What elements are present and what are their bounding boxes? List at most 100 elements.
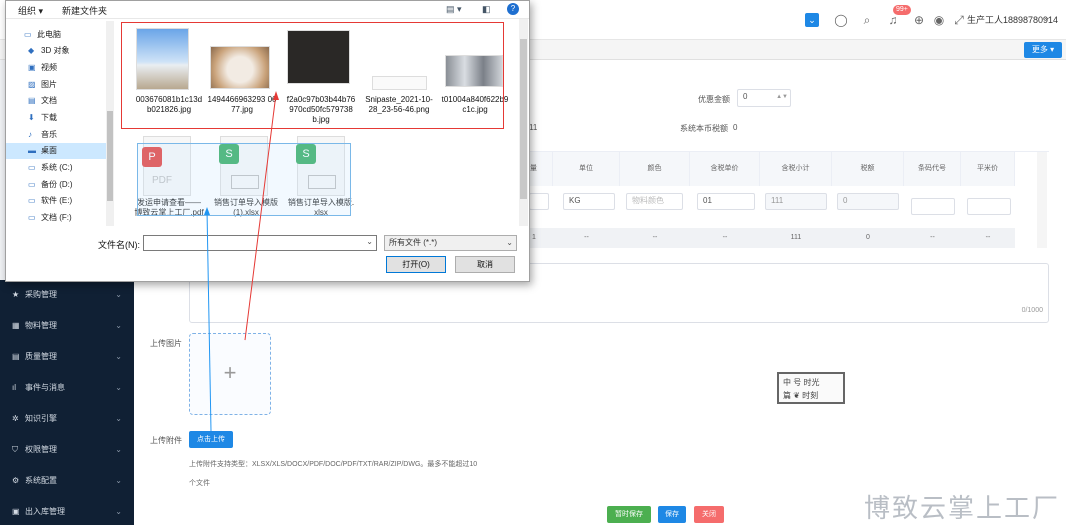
image-label: 上传图片 xyxy=(150,339,182,348)
fullscreen-icon[interactable]: ⤢ xyxy=(952,13,966,27)
sidebar-item-knowledge[interactable]: ✲ 知识引擎 ⌄ xyxy=(0,410,134,428)
column-header: 平米价 xyxy=(961,152,1015,186)
stamp-image: 中 号 时光 篇 ❦ 时刻 xyxy=(777,372,845,404)
chevron-down-icon: ⌄ xyxy=(506,238,513,247)
selection-highlight-red xyxy=(121,22,504,129)
bell-icon[interactable]: ♫ xyxy=(886,13,900,27)
file-list-scrollbar[interactable] xyxy=(519,19,528,226)
sidebar-item-events[interactable]: ıl 事件与消息 ⌄ xyxy=(0,379,134,397)
pane-icon[interactable]: ◧ xyxy=(482,4,491,15)
selection-highlight-blue xyxy=(137,143,351,216)
bulb-icon: ✲ xyxy=(12,414,19,423)
lock-icon[interactable]: ⊕ xyxy=(912,13,926,27)
view-icon[interactable]: ▤ ▾ xyxy=(446,4,462,15)
sidebar-item-material[interactable]: ▦ 物料管理 ⌄ xyxy=(0,317,134,335)
summary-cell: -- xyxy=(904,228,961,248)
file-open-dialog: 组织 ▾ 新建文件夹 ▤ ▾ ◧ ? ▭ 此电脑 ◆ 3D 对象 ▣ 视频 ▨ 图片 ▤… xyxy=(5,0,530,282)
color-input[interactable]: 物料颜色 xyxy=(626,193,683,210)
video-icon: ▣ xyxy=(28,63,36,72)
drive-icon: ▭ xyxy=(28,180,36,189)
close-button[interactable]: 关闭 xyxy=(694,506,724,523)
filename-input[interactable]: ⌄ xyxy=(143,235,377,251)
sidebar-item-quality[interactable]: ▤ 质量管理 ⌄ xyxy=(0,348,134,366)
chevron-down-icon: ⌄ xyxy=(115,476,122,485)
barcode-input[interactable] xyxy=(911,198,955,215)
desktop-icon: ▬ xyxy=(28,146,36,155)
summary-cell: -- xyxy=(961,228,1015,248)
file-scroll-thumb[interactable] xyxy=(520,39,527,199)
nav-item-3d[interactable]: ◆ 3D 对象 xyxy=(6,43,106,59)
chevron-down-icon[interactable]: ⌄ xyxy=(1043,12,1051,23)
chevron-down-icon[interactable]: ⌄ xyxy=(366,237,373,246)
column-header: 含税单价 xyxy=(690,152,760,186)
plus-icon: + xyxy=(223,360,237,385)
summary-cell: -- xyxy=(690,228,760,248)
nav-item-drive-c[interactable]: ▭ 系统 (C:) xyxy=(6,160,106,176)
gear-icon: ⚙ xyxy=(12,476,20,485)
nav-item-videos[interactable]: ▣ 视频 xyxy=(6,60,106,76)
nav-item-desktop[interactable]: ▬ 桌面 xyxy=(6,143,106,159)
sidebar-item-permission[interactable]: ⛉ 权限管理 ⌄ xyxy=(0,441,134,459)
subtotal-input: 111 xyxy=(765,193,827,210)
music-icon: ♪ xyxy=(28,130,32,139)
nav-item-drive-e[interactable]: ▭ 软件 (E:) xyxy=(6,193,106,209)
nav-item-drive-d[interactable]: ▭ 备份 (D:) xyxy=(6,177,106,193)
nav-item-drive-f[interactable]: ▭ 文档 (F:) xyxy=(6,210,106,226)
quantity-input[interactable] xyxy=(529,193,549,210)
cancel-button[interactable]: 取消 xyxy=(455,256,515,273)
discount-label: 优惠金额 xyxy=(698,95,730,104)
drive-icon: ▭ xyxy=(28,196,36,205)
attach-label: 上传附件 xyxy=(150,436,182,445)
sidebar-item-purchase[interactable]: ★ 采购管理 ⌄ xyxy=(0,286,134,304)
column-header: 颜色 xyxy=(620,152,690,186)
nav-item-this-pc[interactable]: ▭ 此电脑 xyxy=(6,27,106,43)
save-button[interactable]: 保存 xyxy=(658,506,686,523)
dialog-toolbar: 组织 ▾ 新建文件夹 ▤ ▾ ◧ ? xyxy=(6,1,529,19)
download-icon: ⬇ xyxy=(28,113,35,122)
chat-icon[interactable]: ◯ xyxy=(834,13,848,27)
discount-input[interactable]: 0 ▲▼ xyxy=(737,89,791,107)
chevron-down-icon: ⌄ xyxy=(115,507,122,516)
eye-icon[interactable]: ◉ xyxy=(932,13,946,27)
price-input[interactable]: 01 xyxy=(697,193,755,210)
grid-icon: ▦ xyxy=(12,321,20,330)
nav-item-pictures[interactable]: ▨ 图片 xyxy=(6,77,106,93)
summary-cell: -- xyxy=(553,228,620,248)
help-icon[interactable]: ? xyxy=(507,3,519,15)
search-icon[interactable]: ⌕ xyxy=(860,13,874,27)
open-button[interactable]: 打开(O) xyxy=(386,256,446,273)
box-icon: ▣ xyxy=(12,507,20,516)
partial-value: 11 xyxy=(529,123,538,132)
sidebar-item-warehouse[interactable]: ▣ 出入库管理 ⌄ xyxy=(0,503,134,521)
drive-icon: ▭ xyxy=(28,213,36,222)
filename-label: 文件名(N): xyxy=(98,240,140,250)
drive-icon: ▭ xyxy=(28,163,36,172)
upload-hint: 上传附件支持类型：XLSX/XLS/DOCX/PDF/DOC/PDF/TXT/R… xyxy=(189,461,478,468)
sidebar-item-settings[interactable]: ⚙ 系统配置 ⌄ xyxy=(0,472,134,490)
temp-save-button[interactable]: 暂时保存 xyxy=(607,506,651,523)
column-header: 含税小计 xyxy=(760,152,832,186)
nav-scroll-thumb[interactable] xyxy=(107,111,113,201)
stepper-icon[interactable]: ▲▼ xyxy=(776,90,788,104)
image-upload-box[interactable]: + xyxy=(189,333,271,415)
unit-input[interactable]: KG xyxy=(563,193,615,210)
upload-button[interactable]: 点击上传 xyxy=(189,431,233,448)
char-counter: 0/1000 xyxy=(1021,307,1043,314)
nav-item-documents[interactable]: ▤ 文档 xyxy=(6,93,106,109)
chevron-down-icon: ⌄ xyxy=(115,414,122,423)
table-scrollbar[interactable] xyxy=(1037,152,1047,248)
signal-icon: ıl xyxy=(12,383,16,392)
organize-menu[interactable]: 组织 ▾ xyxy=(18,4,43,17)
shield-icon: ⛉ xyxy=(12,445,18,454)
nav-scrollbar[interactable] xyxy=(106,21,114,226)
new-folder-button[interactable]: 新建文件夹 xyxy=(62,4,107,17)
nav-item-music[interactable]: ♪ 音乐 xyxy=(6,127,106,143)
dropdown-icon[interactable]: ⌄ xyxy=(805,13,819,27)
document-icon: ▤ xyxy=(28,96,36,105)
more-button[interactable]: 更多 ▾ xyxy=(1024,42,1062,58)
nav-item-downloads[interactable]: ⬇ 下载 xyxy=(6,110,106,126)
nav-pane: ▭ 此电脑 ◆ 3D 对象 ▣ 视频 ▨ 图片 ▤ 文档 ⬇ 下载 ♪ 音乐 ▬ 桌面 ▭ 系统 … xyxy=(6,21,116,226)
notification-badge: 99+ xyxy=(893,5,911,15)
sqm-price-input[interactable] xyxy=(967,198,1011,215)
filetype-select[interactable]: 所有文件 (*.*) ⌄ xyxy=(384,235,517,251)
